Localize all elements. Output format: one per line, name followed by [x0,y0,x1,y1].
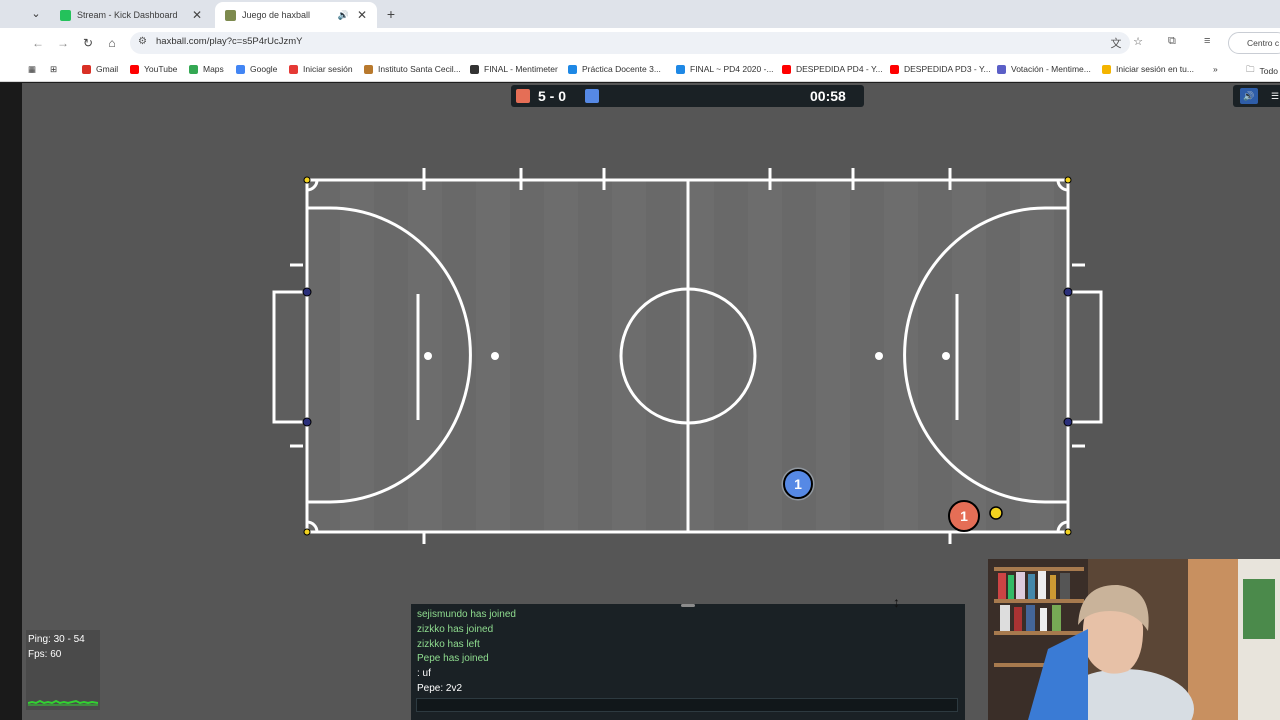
blue-player: 1 [781,467,815,501]
score-display: 5 - 0 [538,88,567,104]
chat-message: Pepe: 2v2 [417,683,463,694]
game-top-buttons: 🔊 ☰ [1233,85,1280,107]
ball [989,506,1003,520]
chat-resize-handle[interactable] [681,604,695,607]
fps-text: Fps: 60 [28,649,62,660]
chat-input[interactable] [416,698,958,712]
red-player-number: 1 [960,508,968,524]
chat-message: sejismundo has joined [417,609,516,620]
ping-graph [28,699,98,706]
chat-message: Pepe has joined [417,653,489,664]
webcam-feed-image [988,559,1280,720]
net-stats: Ping: 30 - 54 Fps: 60 [26,630,100,710]
red-player: 1 [948,500,980,532]
ping-text: Ping: 30 - 54 [28,634,85,645]
chat-panel: sejismundo has joined zizkko has joined … [411,604,965,720]
browser-window: ⌄ Stream - Kick Dashboard ✕ Juego de hax… [0,0,1280,720]
blue-team-swatch [585,89,599,103]
match-timer: 00:58 [810,88,846,104]
chat-message: zizkko has joined [417,624,494,635]
red-team-swatch [516,89,530,103]
sound-toggle-icon[interactable]: 🔊 [1240,88,1258,104]
chat-message: : uf [417,668,431,679]
menu-icon[interactable]: ☰ [1266,88,1280,104]
blue-player-number: 1 [794,476,802,492]
chat-message: zizkko has left [417,639,480,650]
webcam-overlay [988,559,1280,720]
mouse-cursor-icon: ↕ [893,594,900,610]
